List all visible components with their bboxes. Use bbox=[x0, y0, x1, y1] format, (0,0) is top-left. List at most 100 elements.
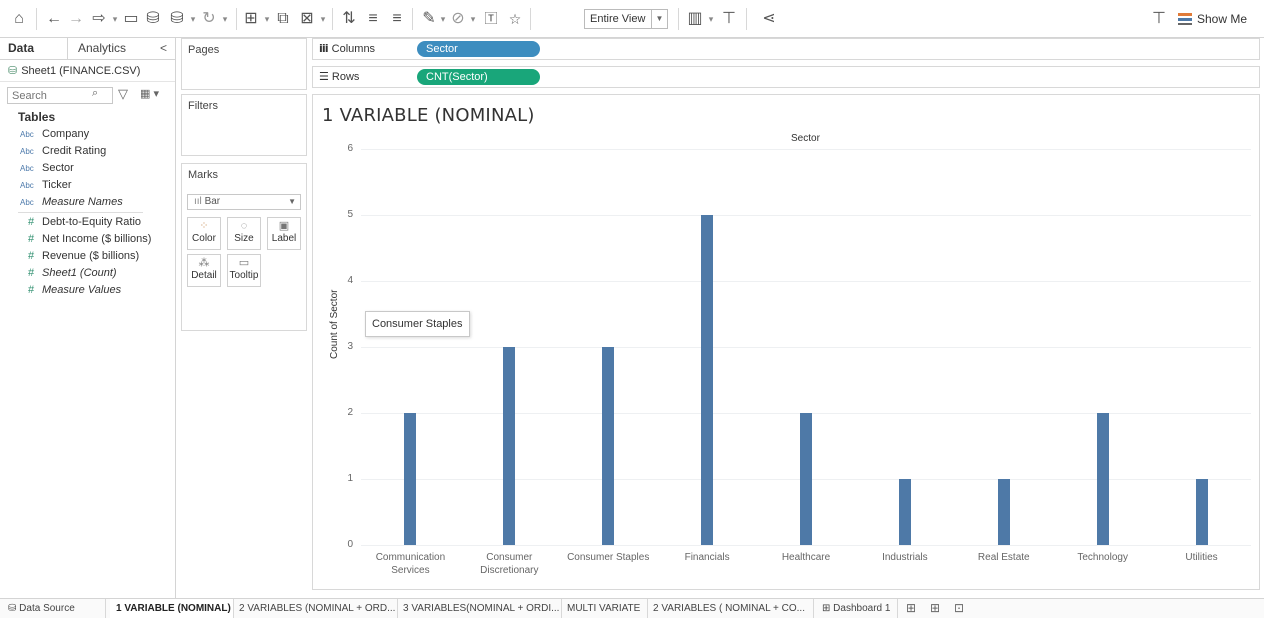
chevron-down-icon[interactable]: ▾ bbox=[318, 8, 328, 30]
filter-icon[interactable]: ▽ bbox=[118, 86, 128, 102]
tab-data-source[interactable]: ⛁ Data Source bbox=[0, 599, 106, 618]
duplicate-icon[interactable]: ⧉ bbox=[272, 8, 294, 30]
measure-field[interactable]: # Debt-to-Equity Ratio bbox=[0, 214, 175, 231]
size-label: Size bbox=[234, 233, 254, 244]
field-name: Net Income ($ billions) bbox=[42, 233, 152, 245]
tab-sheet-2[interactable]: 2 VARIABLES (NOMINAL + ORD... bbox=[234, 599, 398, 618]
sort-descending-icon[interactable]: ≡ bbox=[386, 8, 408, 30]
tab-sheet-4[interactable]: MULTI VARIATE bbox=[562, 599, 648, 618]
sort-ascending-icon[interactable]: ≡ bbox=[362, 8, 384, 30]
forward-icon[interactable]: → bbox=[66, 8, 86, 30]
data-source-item[interactable]: ⛁ Sheet1 (FINANCE.CSV) bbox=[0, 60, 175, 82]
database-icon: ⛁ bbox=[8, 65, 18, 77]
bar-technology[interactable] bbox=[1096, 413, 1109, 545]
search-icon[interactable]: ⌕ bbox=[92, 87, 98, 100]
back-icon[interactable]: ← bbox=[44, 8, 64, 30]
bar-industrials[interactable] bbox=[898, 479, 911, 545]
color-label: Color bbox=[192, 233, 216, 244]
measure-field[interactable]: # Revenue ($ billions) bbox=[0, 248, 175, 265]
show-me-button[interactable]: Show Me bbox=[1178, 9, 1247, 29]
bar-consumer-discretionary[interactable] bbox=[503, 347, 516, 545]
bar-mark-icon: ııl bbox=[194, 196, 205, 207]
fit-select[interactable]: Entire View ▼ bbox=[584, 9, 668, 29]
dimension-field[interactable]: Abc Company bbox=[0, 126, 175, 143]
dimension-field[interactable]: Abc Sector bbox=[0, 160, 175, 177]
bar-healthcare[interactable] bbox=[800, 413, 812, 545]
bar-financials[interactable] bbox=[701, 215, 714, 545]
chevron-down-icon[interactable]: ▼ bbox=[651, 10, 667, 28]
tab-sheet-5[interactable]: 2 VARIABLES ( NOMINAL + CO... bbox=[648, 599, 814, 618]
chevron-down-icon[interactable]: ▾ bbox=[706, 8, 716, 30]
tab-dashboard-1[interactable]: ⊞ Dashboard 1 bbox=[816, 599, 898, 618]
presentation-icon[interactable]: ⊤ bbox=[718, 8, 740, 30]
collapse-pane-icon[interactable]: < bbox=[160, 38, 167, 58]
bar-utilities[interactable] bbox=[1195, 479, 1208, 545]
x-tick-line: Real Estate bbox=[977, 552, 1030, 563]
gridline bbox=[361, 215, 1251, 216]
new-worksheet-icon[interactable]: ⊞ bbox=[240, 8, 262, 30]
new-worksheet-icon[interactable]: ⊞ bbox=[906, 601, 916, 615]
columns-pill[interactable]: Sector bbox=[417, 41, 540, 57]
tooltip-button[interactable]: ▭ Tooltip bbox=[227, 254, 261, 287]
clear-icon[interactable]: ⊠ bbox=[296, 8, 318, 30]
bar-communication-services[interactable] bbox=[404, 413, 417, 545]
bar-real-estate[interactable] bbox=[997, 479, 1010, 545]
filters-card[interactable]: Filters bbox=[181, 94, 307, 156]
dimension-field[interactable]: Abc Credit Rating bbox=[0, 143, 175, 160]
chevron-down-icon[interactable]: ▾ bbox=[468, 8, 478, 30]
x-tick-label: Industrials bbox=[855, 551, 955, 564]
highlight-icon[interactable]: ✎ bbox=[420, 8, 438, 30]
field-divider bbox=[18, 212, 143, 213]
rows-shelf[interactable]: ☰ Rows CNT(Sector) bbox=[312, 66, 1260, 88]
pause-icon[interactable]: ⛁ bbox=[166, 8, 188, 30]
columns-shelf[interactable]: ⅲ Columns Sector bbox=[312, 38, 1260, 60]
swap-icon[interactable]: ⇅ bbox=[338, 8, 360, 30]
chevron-down-icon[interactable]: ▾ bbox=[188, 8, 198, 30]
chevron-down-icon[interactable]: ▼ bbox=[288, 195, 296, 209]
pages-card[interactable]: Pages bbox=[181, 38, 307, 90]
pin-right-icon[interactable]: ⊤ bbox=[1148, 8, 1170, 30]
new-datasource-icon[interactable]: ⛁ bbox=[142, 8, 164, 30]
chevron-down-icon[interactable]: ▾ bbox=[220, 8, 230, 30]
label-button[interactable]: ▣ Label bbox=[267, 217, 301, 250]
new-dashboard-icon[interactable]: ⊞ bbox=[930, 601, 940, 615]
chevron-down-icon[interactable]: ▾ bbox=[438, 8, 448, 30]
tab-analytics[interactable]: Analytics bbox=[68, 38, 126, 60]
group-icon[interactable]: ⊘ bbox=[448, 8, 468, 30]
view-options-icon[interactable]: ▦ ▾ bbox=[140, 87, 159, 100]
rows-pill[interactable]: CNT(Sector) bbox=[417, 69, 540, 85]
filters-card-title: Filters bbox=[188, 100, 218, 112]
bar-consumer-staples[interactable] bbox=[602, 347, 615, 545]
dimension-field[interactable]: Abc Measure Names bbox=[0, 194, 175, 211]
pin-icon[interactable]: ☆ bbox=[504, 8, 526, 30]
data-source-label: Sheet1 (FINANCE.CSV) bbox=[21, 65, 141, 77]
x-tick-line: Industrials bbox=[882, 552, 928, 563]
tab-sheet-3[interactable]: 3 VARIABLES(NOMINAL + ORDI... bbox=[398, 599, 562, 618]
redo-icon[interactable]: ⇨ bbox=[88, 8, 110, 30]
refresh-icon[interactable]: ↻ bbox=[198, 8, 220, 30]
share-icon[interactable]: ⋖ bbox=[758, 8, 780, 30]
new-story-icon[interactable]: ⊡ bbox=[954, 601, 964, 615]
dimension-field[interactable]: Abc Ticker bbox=[0, 177, 175, 194]
tab-sheet-1[interactable]: 1 VARIABLE (NOMINAL) bbox=[110, 599, 234, 618]
save-icon[interactable]: ▭ bbox=[120, 8, 142, 30]
measure-field[interactable]: # Net Income ($ billions) bbox=[0, 231, 175, 248]
detail-button[interactable]: ⁂ Detail bbox=[187, 254, 221, 287]
measure-field[interactable]: # Sheet1 (Count) bbox=[0, 265, 175, 282]
color-button[interactable]: ⁘ Color bbox=[187, 217, 221, 250]
measure-field[interactable]: # Measure Values bbox=[0, 282, 175, 299]
label-label: Label bbox=[271, 233, 297, 244]
label-icon[interactable]: 🅃 bbox=[480, 8, 502, 30]
page-title: 1 VARIABLE (NOMINAL) bbox=[322, 105, 535, 126]
tooltip-label: Tooltip bbox=[229, 270, 259, 281]
show-me-label: Show Me bbox=[1197, 12, 1248, 26]
home-icon[interactable]: ⌂ bbox=[8, 8, 30, 30]
chevron-down-icon[interactable]: ▾ bbox=[262, 8, 272, 30]
show-cards-icon[interactable]: ▥ bbox=[684, 8, 706, 30]
tab-data[interactable]: Data bbox=[0, 38, 68, 60]
x-tick-line: Financials bbox=[684, 552, 730, 563]
x-tick-label: Consumer Staples bbox=[558, 551, 658, 564]
size-button[interactable]: ◌ Size bbox=[227, 217, 261, 250]
mark-type-select[interactable]: ııl Bar ▼ bbox=[187, 194, 301, 210]
chevron-down-icon[interactable]: ▾ bbox=[110, 8, 120, 30]
